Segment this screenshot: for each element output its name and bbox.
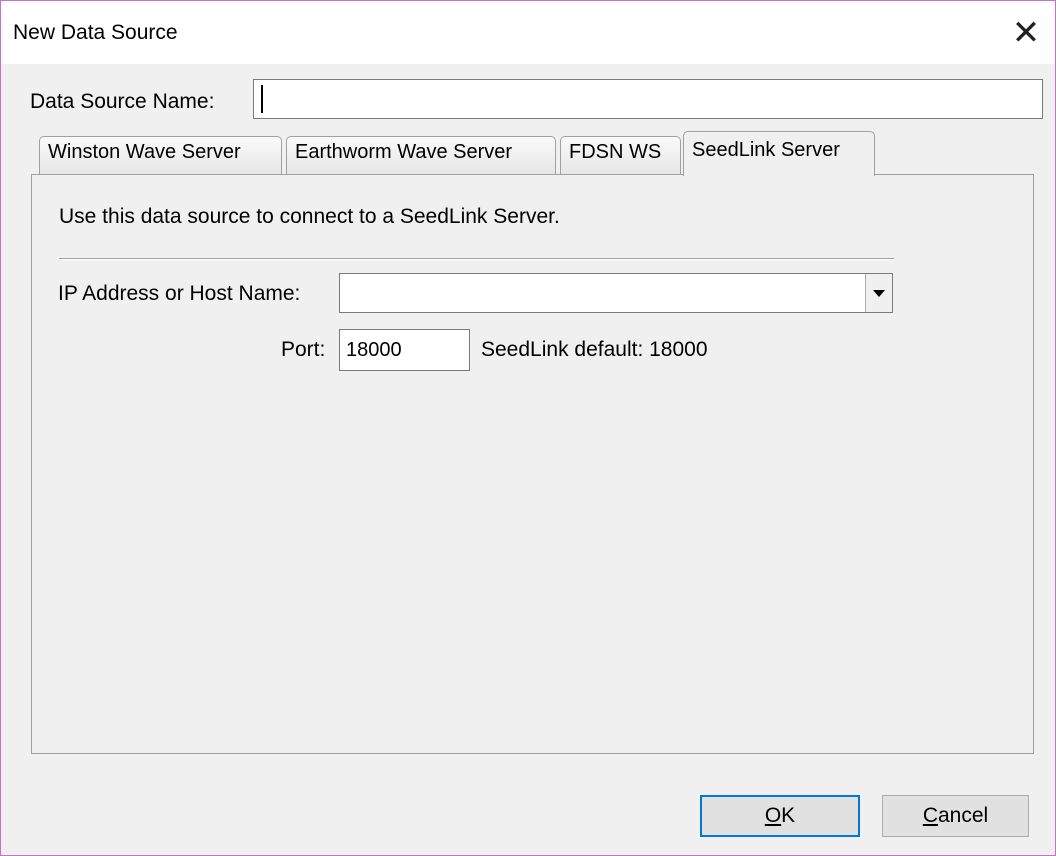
tab-earthworm-wave-server[interactable]: Earthworm Wave Server bbox=[286, 136, 556, 174]
seedlink-description: Use this data source to connect to a See… bbox=[59, 205, 560, 228]
host-dropdown-button[interactable] bbox=[865, 274, 892, 312]
port-input[interactable] bbox=[339, 329, 470, 371]
data-source-name-input[interactable] bbox=[253, 79, 1043, 119]
close-button[interactable]: ✕ bbox=[997, 1, 1055, 64]
ok-button[interactable]: OK bbox=[700, 795, 860, 837]
window-title: New Data Source bbox=[13, 21, 178, 44]
tab-winston-wave-server[interactable]: Winston Wave Server bbox=[39, 136, 282, 174]
dialog-window: New Data Source ✕ Data Source Name: Wins… bbox=[0, 0, 1056, 856]
data-source-name-label: Data Source Name: bbox=[30, 90, 215, 113]
port-label: Port: bbox=[281, 338, 326, 361]
seedlink-tab-panel: Use this data source to connect to a See… bbox=[31, 174, 1034, 754]
host-combobox[interactable] bbox=[339, 273, 893, 313]
tab-fdsn-ws[interactable]: FDSN WS bbox=[560, 136, 681, 174]
chevron-down-icon bbox=[873, 289, 885, 297]
close-icon: ✕ bbox=[1011, 13, 1041, 52]
text-caret bbox=[261, 85, 263, 113]
tab-strip: Winston Wave Server Earthworm Wave Serve… bbox=[35, 131, 895, 176]
tab-seedlink-server[interactable]: SeedLink Server bbox=[683, 131, 875, 176]
title-bar: New Data Source ✕ bbox=[1, 1, 1055, 64]
separator-line bbox=[59, 258, 894, 260]
host-label: IP Address or Host Name: bbox=[58, 282, 301, 305]
cancel-button[interactable]: Cancel bbox=[882, 795, 1029, 837]
port-default-hint: SeedLink default: 18000 bbox=[481, 338, 708, 361]
